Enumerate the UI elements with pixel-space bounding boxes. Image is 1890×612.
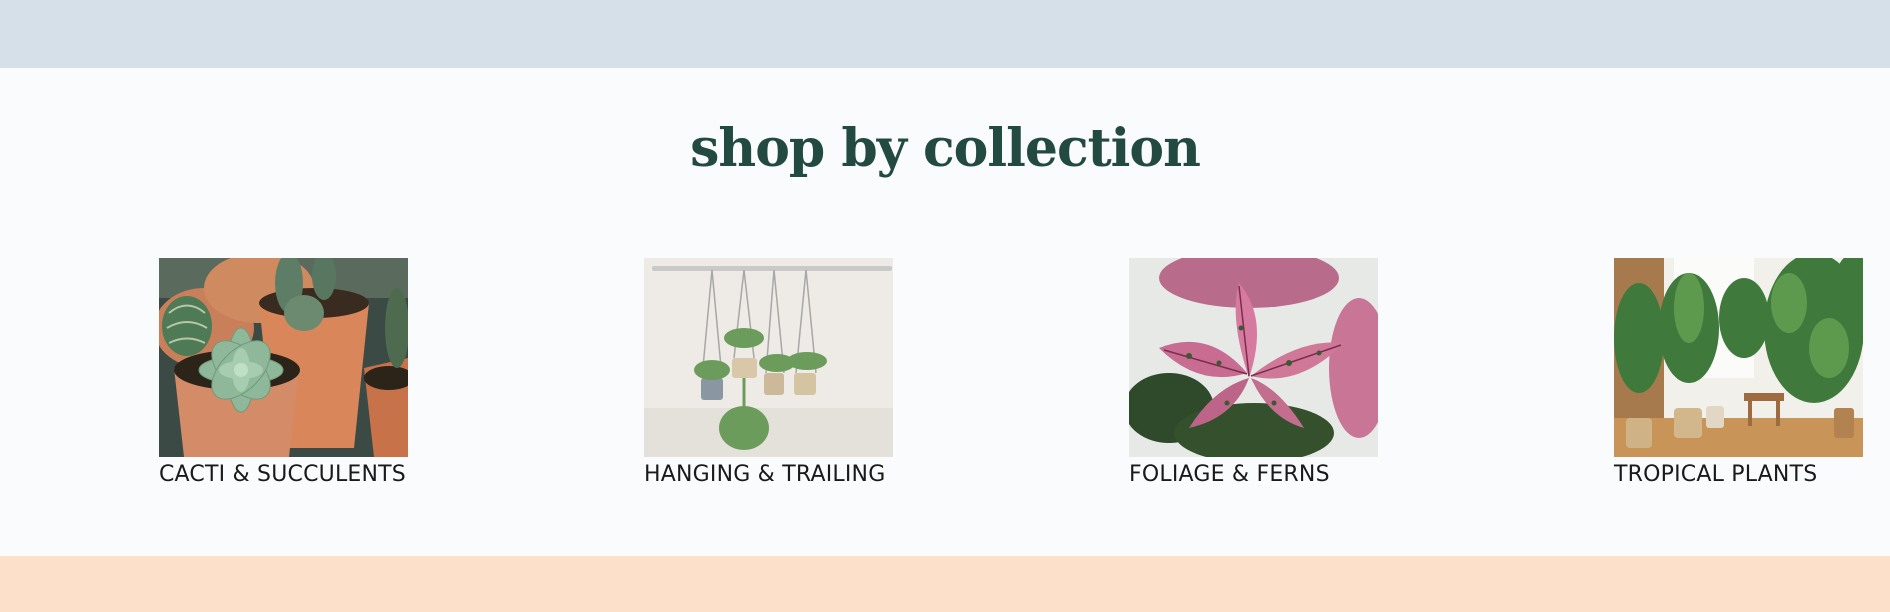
hanging-trailing-image[interactable] xyxy=(644,258,893,457)
collection-label[interactable]: CACTI & SUCCULENTS xyxy=(159,462,409,487)
top-banner xyxy=(0,0,1890,68)
cacti-succulents-image[interactable] xyxy=(159,258,408,457)
section-title: shop by collection xyxy=(690,118,1201,179)
collection-card-tropical-plants[interactable]: TROPICAL PLANTS xyxy=(1614,258,1864,487)
collection-label[interactable]: FOLIAGE & FERNS xyxy=(1129,462,1379,487)
tropical-plants-image[interactable] xyxy=(1614,258,1863,457)
collection-label[interactable]: HANGING & TRAILING xyxy=(644,462,894,487)
collection-label[interactable]: TROPICAL PLANTS xyxy=(1614,462,1864,487)
collection-card-hanging-trailing[interactable]: HANGING & TRAILING xyxy=(644,258,894,487)
foliage-ferns-image[interactable] xyxy=(1129,258,1378,457)
collection-card-foliage-ferns[interactable]: FOLIAGE & FERNS xyxy=(1129,258,1379,487)
footer-band xyxy=(0,556,1890,612)
collection-card-cacti-succulents[interactable]: CACTI & SUCCULENTS xyxy=(159,258,409,487)
